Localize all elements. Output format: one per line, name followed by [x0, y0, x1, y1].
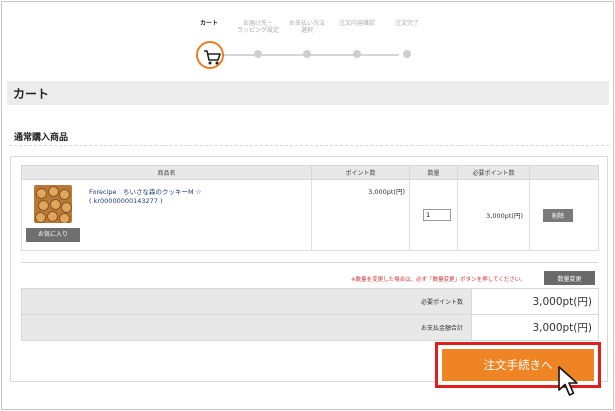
step-marker [303, 50, 311, 58]
actions-cell: 削除 [529, 179, 599, 251]
col-header-required-points: 必要ポイント数 [457, 165, 530, 180]
summary-row: 必要ポイント数 3,000pt(円) [21, 288, 599, 315]
quantity-input[interactable] [423, 209, 451, 221]
summary-row: お支払金額合計 3,000pt(円) [21, 314, 599, 341]
step-marker [353, 50, 361, 58]
divider [21, 262, 598, 263]
delete-button[interactable]: 削除 [543, 208, 573, 222]
summary-table: 必要ポイント数 3,000pt(円) お支払金額合計 3,000pt(円) [21, 288, 599, 341]
cart-icon [204, 50, 221, 65]
col-header-quantity: 数量 [409, 165, 458, 180]
cart-table: 商品名 ポイント数 数量 必要ポイント数 お気に入り Forecipe ちいさな… [21, 165, 599, 251]
col-header-points: ポイント数 [311, 165, 410, 180]
page-title: カート [13, 87, 50, 101]
step-marker [196, 41, 224, 69]
section-divider [9, 145, 609, 146]
step-complete: 注文完了 [377, 20, 437, 58]
update-quantity-button[interactable]: 数量変更 [544, 271, 595, 285]
product-code: ( kr00000000143277 ) [89, 197, 163, 205]
page-title-bar: カート [7, 81, 609, 105]
summary-value: 3,000pt(円) [471, 288, 599, 315]
mouse-pointer-icon [558, 366, 578, 396]
quantity-cell [409, 179, 458, 251]
section-title: 通常購入商品 [14, 133, 69, 143]
summary-label: 必要ポイント数 [21, 288, 472, 315]
summary-label: お支払金額合計 [21, 314, 472, 341]
summary-value: 3,000pt(円) [471, 314, 599, 341]
product-name-link[interactable]: Forecipe ちいさな森のクッキーM ☆ [89, 188, 202, 197]
step-marker [403, 50, 411, 58]
quantity-change-note: ※数量を変更した場合は、必ず「数量変更」ボタンを押してください。 [351, 277, 526, 283]
favorite-button[interactable]: お気に入り [26, 228, 80, 242]
table-header-row: 商品名 ポイント数 数量 必要ポイント数 [21, 165, 599, 180]
required-points: 3,000pt(円) [457, 179, 530, 251]
step-label: 注文完了 [394, 20, 419, 27]
unit-points: 3,000pt(円) [311, 179, 410, 251]
step-marker [254, 50, 262, 58]
page-frame: カート お届け先・ ラッピング設定 お支払い方法 選択 注文内容確認 注文完了 [1, 1, 614, 410]
col-header-actions [529, 165, 599, 180]
table-row: お気に入り Forecipe ちいさな森のクッキーM ☆ ( kr0000000… [21, 179, 599, 251]
checkout-steps: カート お届け先・ ラッピング設定 お支払い方法 選択 注文内容確認 注文完了 [185, 20, 445, 74]
product-thumbnail[interactable] [34, 185, 72, 223]
product-cell: お気に入り Forecipe ちいさな森のクッキーM ☆ ( kr0000000… [21, 179, 312, 251]
col-header-product: 商品名 [21, 165, 312, 180]
